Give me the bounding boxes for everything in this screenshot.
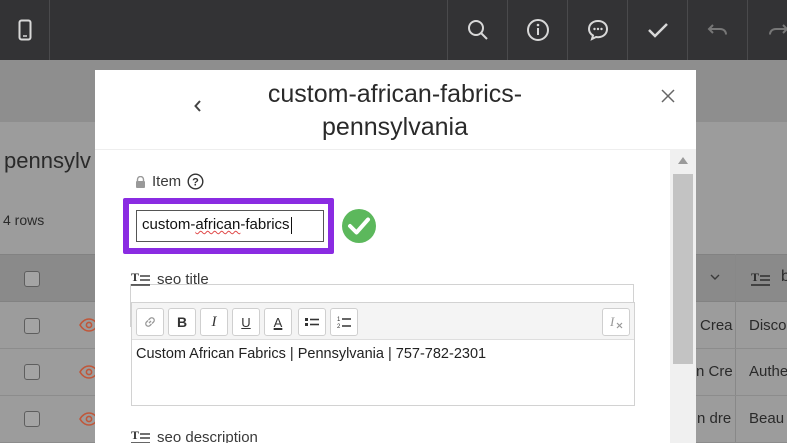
text-field-icon: T [131,428,150,443]
seo-title-label: T seo title [131,270,209,288]
scroll-thumb[interactable] [673,174,693,364]
svg-text:I: I [609,315,615,329]
info-button[interactable] [507,0,567,60]
text-caret [290,216,292,234]
bullet-list-button[interactable] [298,308,326,336]
search-icon [467,20,488,40]
check-circle-icon [342,209,376,243]
row-cell: Disco [749,317,787,334]
lock-icon [136,175,145,188]
seo-title-label-text: seo title [157,270,209,288]
top-toolbar [0,0,787,60]
close-button[interactable] [658,86,678,106]
numbered-list-button[interactable]: 1 2 [330,308,358,336]
chevron-left-icon [194,100,201,112]
modal-title: custom-african-fabrics-pennsylvania [267,80,523,141]
redo-button[interactable] [747,0,787,60]
row-cell: Beau [749,410,785,427]
row-checkbox[interactable] [24,364,40,380]
link-icon [145,317,155,327]
select-all-checkbox[interactable] [24,271,40,287]
mobile-view-button[interactable] [0,0,50,60]
modal-scrollbar[interactable] [670,149,696,443]
seo-description-label: T seo description [131,428,258,443]
svg-text:?: ? [192,177,199,189]
close-icon [661,89,675,103]
background-row-count: 4 rows [3,212,45,228]
background-page-title: pennsylv [4,148,91,173]
svg-text:T: T [131,428,139,442]
back-button[interactable] [188,96,208,116]
info-icon [526,19,549,41]
scroll-up-arrow[interactable] [678,157,688,164]
undo-icon [707,24,727,35]
clear-formatting-icon: I [609,315,623,329]
mobile-icon [18,19,31,41]
editor-toolbar: B I U A 1 2 I [132,303,634,340]
item-input-highlight: custom-african-fabrics [123,198,334,254]
row-checkbox[interactable] [24,411,40,427]
row-checkbox[interactable] [24,318,40,334]
numbered-list-icon: 1 2 [337,317,351,329]
row-cell: n dre [697,410,732,427]
link-button[interactable] [136,308,164,336]
seo-title-editor[interactable]: B I U A 1 2 I Custom African Fabrics | P… [131,302,635,406]
undo-button[interactable] [687,0,747,60]
item-field-label: Item ? [135,173,204,190]
item-input[interactable]: custom-african-fabrics [136,210,324,242]
help-icon[interactable]: ? [187,173,204,190]
row-cell: Crea [700,317,733,334]
check-icon [647,23,668,38]
chevron-down-icon [710,274,720,280]
bold-button[interactable]: B [168,308,196,336]
clear-formatting-button[interactable]: I [602,308,630,336]
comment-button[interactable] [567,0,627,60]
text-field-icon: T [751,270,770,286]
svg-text:2: 2 [337,324,341,329]
row-cell: n Cre [696,363,733,380]
seo-title-text: Custom African Fabrics | Pennsylvania | … [136,346,487,362]
item-label-text: Item [152,173,182,190]
background-header-label: b [781,268,787,285]
text-field-icon: T [131,270,150,286]
spellcheck-word: african [195,216,241,233]
comment-icon [587,19,608,41]
svg-text:T: T [131,270,139,284]
bullet-list-icon [305,318,319,326]
svg-text:1: 1 [337,317,341,323]
search-button[interactable] [447,0,507,60]
row-cell: Authe [749,363,787,380]
underline-button[interactable]: U [232,308,260,336]
modal-header: custom-african-fabrics-pennsylvania [95,70,696,149]
font-color-button[interactable]: A [264,308,292,336]
seo-description-label-text: seo description [157,428,258,443]
save-check-button[interactable] [627,0,687,60]
italic-button[interactable]: I [200,308,228,336]
svg-text:T: T [751,270,759,284]
redo-icon [768,24,787,35]
